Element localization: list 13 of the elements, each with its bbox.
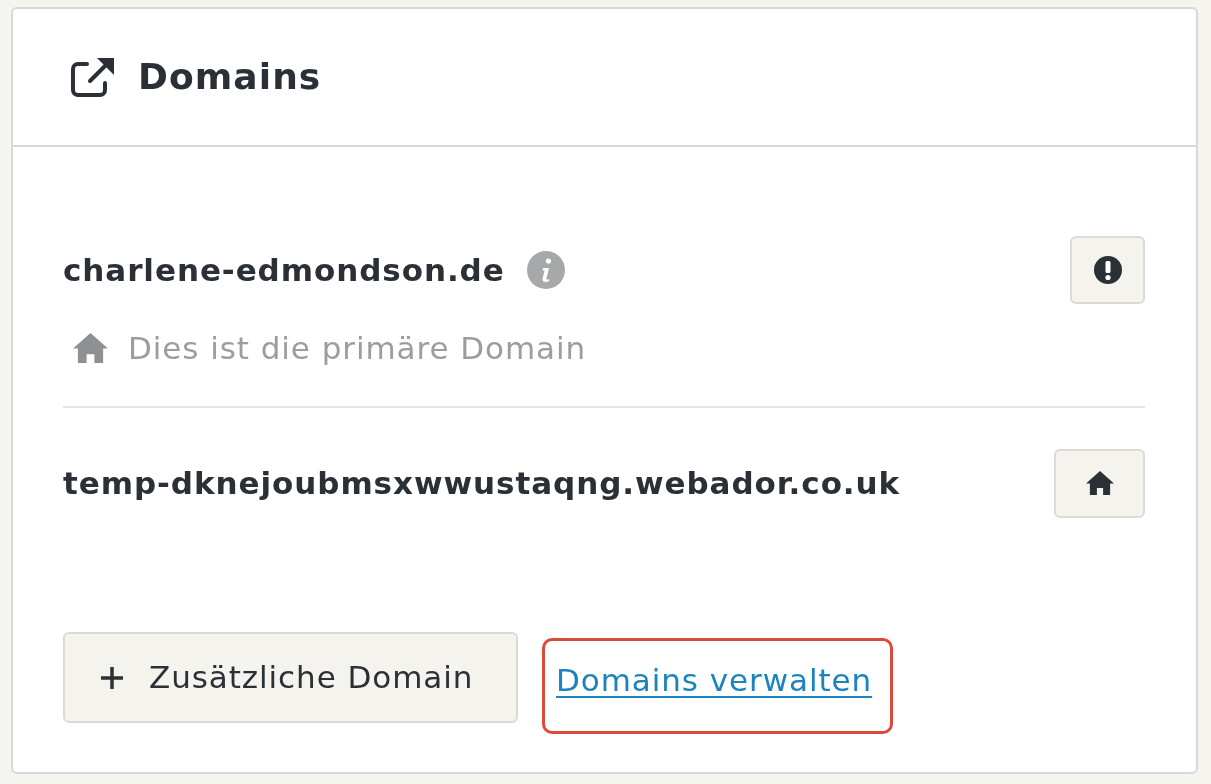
domain-name: temp-dknejoubmsxwwustaqng.webador.co.uk <box>63 464 901 504</box>
alert-button[interactable] <box>1070 236 1145 304</box>
card-title: Domains <box>138 55 322 99</box>
set-primary-button[interactable] <box>1054 449 1145 518</box>
add-domain-button[interactable]: Zusätzliche Domain <box>63 632 518 723</box>
external-link-icon <box>70 56 116 98</box>
home-icon <box>73 332 108 364</box>
home-icon <box>1085 471 1114 496</box>
manage-domains-link[interactable]: Domains verwalten <box>556 662 873 698</box>
domain-name: charlene-edmondson.de <box>63 250 505 290</box>
plus-icon <box>100 665 124 690</box>
alert-icon <box>1093 256 1122 284</box>
primary-domain-note: Dies ist die primäre Domain <box>128 328 587 368</box>
